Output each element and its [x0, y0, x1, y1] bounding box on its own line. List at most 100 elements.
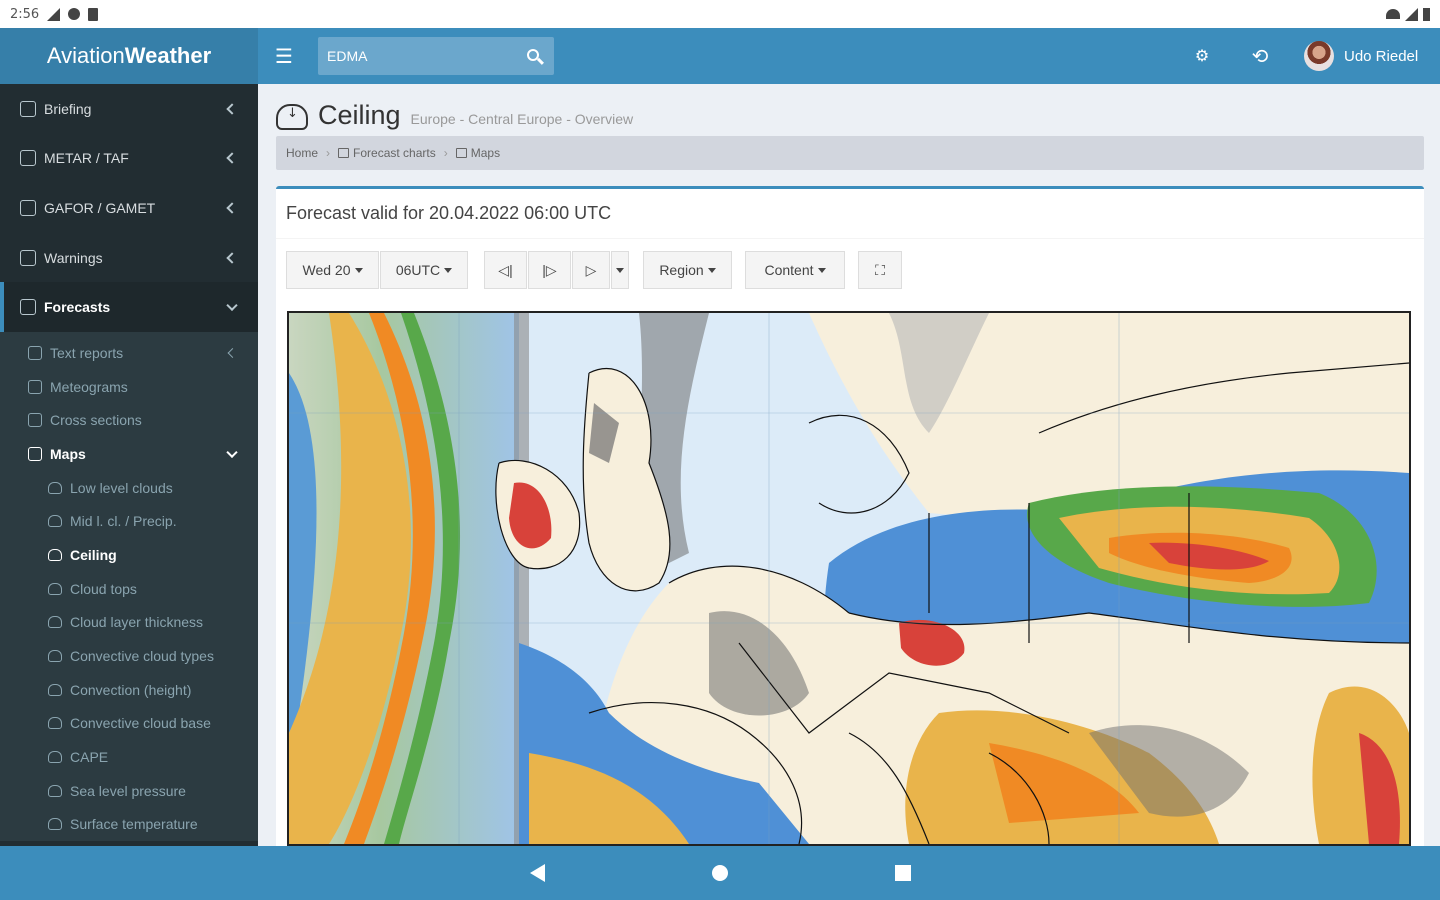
map-item-label: Convective cloud base	[70, 715, 211, 732]
metar-icon	[20, 150, 36, 167]
play-options-button[interactable]	[611, 251, 629, 289]
cloud-icon	[48, 717, 62, 730]
map-item-cloud-layer-thickness[interactable]: Cloud layer thickness	[0, 605, 258, 639]
chevron-left-icon	[226, 152, 238, 165]
map-item-cloud-tops[interactable]: Cloud tops	[0, 572, 258, 606]
wifi-icon	[1386, 9, 1400, 19]
caret-down-icon	[444, 267, 453, 273]
cloud-rain-icon	[48, 515, 62, 528]
submenu-item-label: Text reports	[50, 344, 124, 361]
map-item-convection-height[interactable]: Convection (height)	[0, 673, 258, 707]
forecast-toolbar: Wed 20 06UTC ◁| |▷ ▷ Region Content ⛶	[286, 251, 1416, 289]
step-forward-icon: |▷	[542, 261, 557, 278]
cloud-icon	[48, 650, 62, 662]
map-item-label: Cloud layer thickness	[70, 614, 204, 631]
sidebar-item-label: Warnings	[44, 249, 103, 266]
logo-bold-text: Weather	[124, 43, 212, 68]
map-item-label: Surface temperature	[70, 816, 198, 833]
sidebar-item-metar-taf[interactable]: METAR / TAF	[0, 134, 258, 184]
chevron-left-icon	[226, 202, 238, 214]
map-item-label: Mid l. cl. / Precip.	[70, 513, 177, 530]
map-graphic	[289, 313, 1409, 844]
content-select-button[interactable]: Content	[745, 251, 845, 289]
submenu-item-label: Meteograms	[50, 378, 128, 395]
map-item-surface-temperature[interactable]: Surface temperature	[0, 808, 258, 842]
vpn-icon	[68, 8, 81, 20]
map-item-label: Cloud tops	[70, 580, 137, 597]
sidebar-item-label: Briefing	[44, 100, 92, 117]
user-menu[interactable]: Udo Riedel	[1304, 40, 1418, 72]
submenu-item-meteograms[interactable]: Meteograms	[0, 370, 258, 404]
map-item-convective-cloud-types[interactable]: Convective cloud types	[0, 639, 258, 673]
gauge-icon	[48, 784, 62, 797]
main-content: Ceiling Europe - Central Europe - Overvi…	[258, 84, 1440, 846]
breadcrumb-home[interactable]: Home	[286, 146, 318, 160]
chart-icon	[338, 148, 350, 158]
submenu-item-text-reports[interactable]: Text reports	[0, 336, 258, 370]
breadcrumb: Home › Forecast charts › Maps	[276, 136, 1424, 170]
home-icon[interactable]	[712, 865, 728, 881]
sidebar-item-briefing[interactable]: Briefing	[0, 84, 258, 134]
map-item-ceiling[interactable]: Ceiling	[0, 538, 258, 572]
breadcrumb-separator: ›	[443, 146, 448, 160]
play-button[interactable]: ▷	[572, 251, 610, 289]
submenu-item-maps[interactable]: Maps	[0, 437, 258, 471]
map-item-mid-level-clouds[interactable]: Mid l. cl. / Precip.	[0, 504, 258, 538]
breadcrumb-separator: ›	[326, 146, 331, 160]
sidebar-item-warnings[interactable]: Warnings	[0, 233, 258, 283]
map-item-label: Low level clouds	[70, 479, 173, 496]
map-item-sea-level-pressure[interactable]: Sea level pressure	[0, 774, 258, 808]
cell-signal-icon	[1405, 7, 1418, 21]
thermometer-icon	[48, 818, 62, 831]
sidebar-item-gafor-gamet[interactable]: GAFOR / GAMET	[0, 183, 258, 233]
breadcrumb-maps[interactable]: Maps	[455, 146, 500, 160]
time-select-button[interactable]: 06UTC	[380, 251, 468, 289]
meteogram-icon	[28, 379, 42, 394]
sidebar-item-forecasts[interactable]: Forecasts	[0, 282, 258, 332]
map-item-label: Convection (height)	[70, 681, 192, 698]
status-time: 2:56	[10, 6, 40, 22]
sidebar-item-label: METAR / TAF	[44, 150, 129, 167]
fullscreen-button[interactable]: ⛶	[858, 251, 902, 289]
page-header: Ceiling Europe - Central Europe - Overvi…	[276, 98, 633, 132]
search-box	[318, 37, 554, 75]
forecasts-icon	[20, 299, 36, 316]
top-header: AviationWeather ☰ ⚙ ⟲ Udo Riedel	[0, 28, 1440, 84]
day-label: Wed 20	[302, 262, 351, 278]
submenu-item-label: Maps	[50, 445, 86, 462]
region-select-button[interactable]: Region	[643, 251, 732, 289]
sidebar: Briefing METAR / TAF GAFOR / GAMET Warni…	[0, 84, 258, 846]
map-item-label: Sea level pressure	[70, 782, 186, 799]
cross-section-icon	[28, 413, 42, 428]
cloud-icon	[48, 616, 62, 629]
chevron-down-icon	[226, 446, 238, 458]
recent-apps-icon[interactable]	[895, 865, 911, 881]
search-button[interactable]	[514, 37, 554, 75]
caret-down-icon	[354, 267, 363, 273]
breadcrumb-forecast-charts[interactable]: Forecast charts	[338, 146, 436, 160]
sidebar-toggle-button[interactable]: ☰	[270, 42, 298, 70]
day-select-button[interactable]: Wed 20	[286, 251, 379, 289]
ceiling-forecast-map[interactable]	[287, 311, 1411, 846]
chevron-left-icon	[226, 251, 238, 264]
chevron-left-icon	[226, 103, 238, 115]
submenu-item-cross-sections[interactable]: Cross sections	[0, 403, 258, 437]
map-item-cape[interactable]: CAPE	[0, 740, 258, 774]
refresh-icon[interactable]: ⟲	[1246, 42, 1274, 70]
map-item-low-level-clouds[interactable]: Low level clouds	[0, 471, 258, 505]
content-label: Content	[764, 262, 814, 278]
app-logo[interactable]: Aviation Weather	[0, 28, 258, 84]
step-forward-button[interactable]: |▷	[528, 251, 571, 289]
caret-down-icon	[616, 267, 624, 273]
document-icon	[28, 345, 42, 360]
back-icon[interactable]	[530, 864, 545, 882]
settings-icon[interactable]: ⚙	[1190, 44, 1214, 68]
forecasts-submenu: Text reports Meteograms Cross sections M…	[0, 331, 258, 842]
breadcrumb-label: Forecast charts	[353, 146, 436, 160]
map-item-label: Convective cloud types	[70, 648, 214, 664]
chevron-left-icon	[227, 347, 238, 358]
search-icon	[526, 48, 539, 61]
step-back-button[interactable]: ◁|	[484, 251, 527, 289]
map-item-convective-cloud-base[interactable]: Convective cloud base	[0, 707, 258, 741]
search-input[interactable]	[318, 37, 514, 75]
